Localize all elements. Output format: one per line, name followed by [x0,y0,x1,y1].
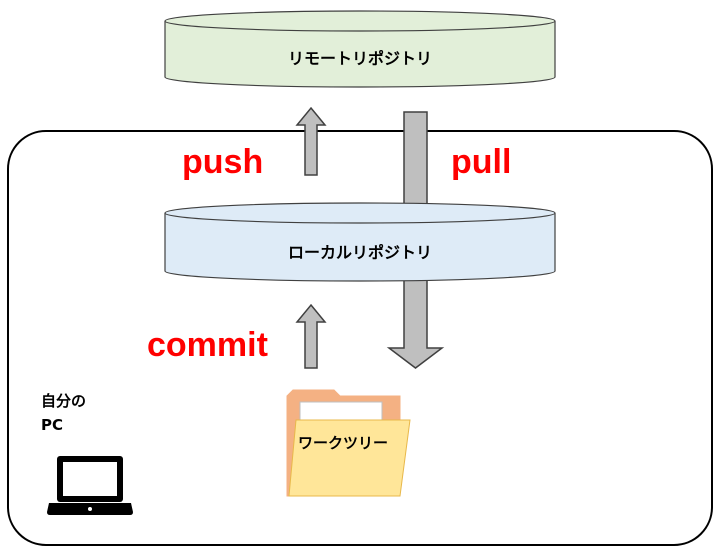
commit-label: commit [147,326,268,364]
remote-repo-label: リモートリポジトリ [288,49,432,68]
pc-label-line2: PC [41,416,63,434]
local-repo-label: ローカルリポジトリ [288,243,432,262]
folder-front [288,419,411,497]
pc-label-line1: 自分の [41,392,86,410]
remote-repository: リモートリポジトリ [164,10,556,88]
work-tree-label: ワークツリー [298,434,388,452]
remote-repo-top [164,10,556,32]
commit-arrow [295,303,327,369]
push-arrow [295,106,327,176]
laptop-icon [47,456,133,515]
git-workflow-diagram: リモートリポジトリ ローカルリポジトリ push pull commit ワーク… [7,10,713,546]
work-tree-folder: ワークツリー [286,389,411,497]
local-repo-top [164,202,556,224]
pull-label: pull [451,143,511,181]
push-label: push [182,143,263,181]
local-repository: ローカルリポジトリ [164,202,556,282]
